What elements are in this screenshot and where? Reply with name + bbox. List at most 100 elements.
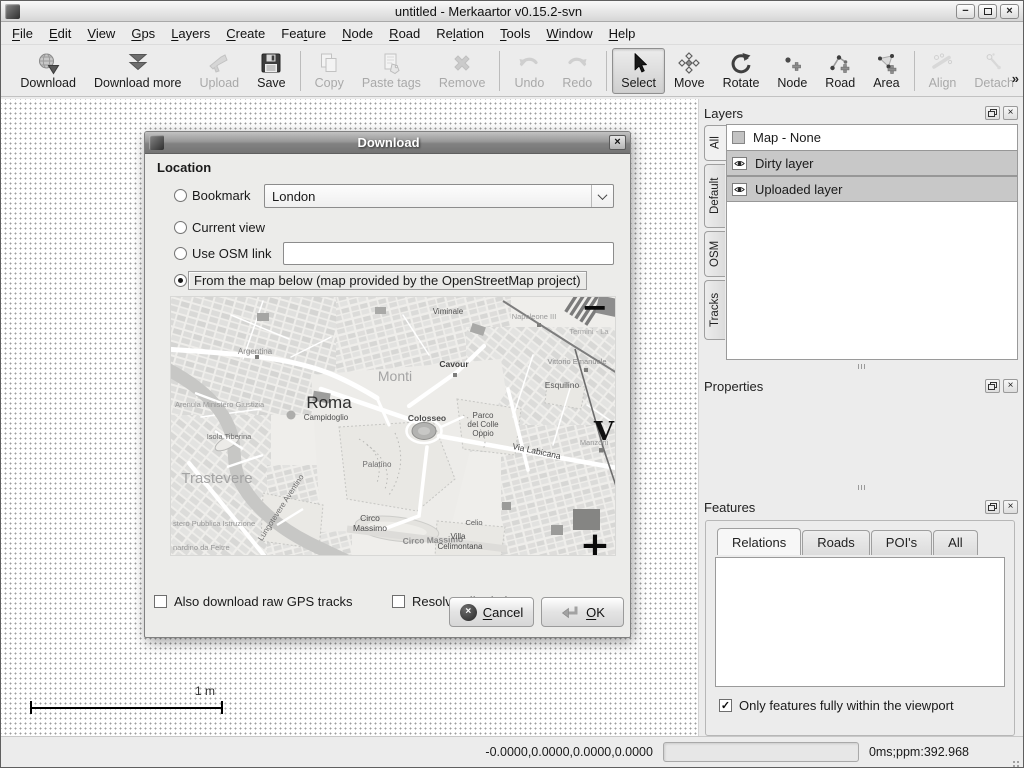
resize-grip[interactable] [1009,753,1019,763]
undo-icon [517,51,541,75]
menu-item-create[interactable]: Create [218,23,273,44]
eye-icon[interactable] [732,183,747,196]
toolbar-button-node[interactable]: Node [768,48,816,94]
splitter-handle[interactable] [702,481,1020,493]
minimize-button[interactable]: − [956,4,975,19]
menu-item-help[interactable]: Help [601,23,644,44]
road-icon [828,51,852,75]
svg-text:Esquilino: Esquilino [545,380,580,390]
close-button[interactable]: × [1000,4,1019,19]
close-icon[interactable]: × [1003,106,1018,120]
ok-button[interactable]: OK [541,597,624,627]
toolbar-button-label: Redo [562,76,592,90]
resolve-relations-checkbox[interactable] [392,595,405,608]
layer-checkbox-icon[interactable] [732,131,745,144]
menu-item-feature[interactable]: Feature [273,23,334,44]
layers-tab-osm[interactable]: OSM [704,231,725,277]
splitter-handle[interactable] [702,360,1020,372]
rotate-icon [729,51,753,75]
title-bar: untitled - Merkaartor v0.15.2-svn − × [1,1,1023,22]
menu-item-window[interactable]: Window [538,23,600,44]
svg-text:Roma: Roma [306,393,352,412]
progress-bar [663,742,859,762]
layers-tab-default[interactable]: Default [704,164,725,228]
dialog-close-button[interactable]: × [609,135,626,150]
bookmark-combobox[interactable]: London [264,184,614,208]
menu-item-relation[interactable]: Relation [428,23,492,44]
toolbar-button-label: Upload [200,76,240,90]
layers-list[interactable]: Map - None Dirty layer Uploaded layer [726,124,1018,360]
toolbar-button-rotate[interactable]: Rotate [714,48,769,94]
radio-use-osm-link[interactable] [174,247,187,260]
svg-text:Villa: Villa [451,532,467,541]
toolbar-button-road[interactable]: Road [816,48,864,94]
toolbar-button-download[interactable]: Download [11,48,85,94]
download-icon [36,51,60,75]
radio-bookmark[interactable] [174,189,187,202]
layers-tab-all[interactable]: All [704,125,726,161]
cancel-button[interactable]: × Cancel [449,597,534,627]
zoom-in-button[interactable]: + [580,537,610,555]
menu-item-edit[interactable]: Edit [41,23,79,44]
features-tab-roads[interactable]: Roads [802,530,870,555]
dialog-title: Download [168,135,609,150]
dialog-map-svg: ArgentinaViminaleNapoleone IIITermini - … [171,297,616,556]
window-title: untitled - Merkaartor v0.15.2-svn [24,4,953,19]
close-icon[interactable]: × [1003,379,1018,393]
menu-item-node[interactable]: Node [334,23,381,44]
toolbar-button-move[interactable]: Move [665,48,714,94]
layers-tab-tracks[interactable]: Tracks [704,280,725,340]
svg-text:Cavour: Cavour [439,359,469,369]
viewport-checkbox-row: ✓ Only features fully within the viewpor… [715,698,1005,713]
toolbar-button-select[interactable]: Select [612,48,665,94]
features-tab-relations[interactable]: Relations [717,528,801,555]
cancel-icon: × [460,604,477,621]
toolbar-button-label: Rotate [723,76,760,90]
menu-item-gps[interactable]: Gps [123,23,163,44]
menu-item-road[interactable]: Road [381,23,428,44]
upload-icon [207,51,231,75]
move-icon [677,51,701,75]
chevron-down-icon [591,185,613,207]
menu-item-tools[interactable]: Tools [492,23,538,44]
layer-row-map-none[interactable]: Map - None [727,125,1017,150]
osm-link-input[interactable] [283,242,614,265]
viewport-checkbox[interactable]: ✓ [719,699,732,712]
menu-item-file[interactable]: File [4,23,41,44]
eye-icon[interactable] [732,157,747,170]
float-icon[interactable] [985,106,1000,120]
dialog-map[interactable]: ArgentinaViminaleNapoleone IIITermini - … [170,296,616,556]
combobox-value: London [265,189,591,204]
menu-item-view[interactable]: View [79,23,123,44]
layers-tab-strip: All Default OSM Tracks [704,124,726,360]
toolbar-button-label: Undo [514,76,544,90]
toolbar-overflow-button[interactable]: » [1012,71,1019,86]
features-tab-poi-s[interactable]: POI's [871,530,932,555]
toolbar-button-download-more[interactable]: Download more [85,48,191,94]
paste-tags-icon [379,51,403,75]
float-icon[interactable] [985,500,1000,514]
maximize-button[interactable] [978,4,997,19]
dialog-title-bar[interactable]: Download × [145,132,630,154]
layer-label: Uploaded layer [755,182,842,197]
float-icon[interactable] [985,379,1000,393]
gps-tracks-checkbox[interactable] [154,595,167,608]
layer-label: Map - None [753,130,821,145]
toolbar-button-paste-tags: Paste tags [353,48,430,94]
radio-current-view[interactable] [174,221,187,234]
svg-text:Viminale: Viminale [433,307,464,316]
toolbar-button-save[interactable]: Save [248,48,295,94]
features-tab-all[interactable]: All [933,530,977,555]
viewport-checkbox-label: Only features fully within the viewport [739,698,954,713]
toolbar-button-area[interactable]: Area [864,48,908,94]
select-icon [627,51,651,75]
features-list[interactable] [715,557,1005,687]
menu-item-layers[interactable]: Layers [163,23,218,44]
radio-from-map[interactable] [174,274,187,287]
download-dialog: Download × Location Bookmark London Curr… [144,131,631,638]
performance-text: 0ms;ppm:392.968 [869,745,969,759]
layer-row-dirty-layer[interactable]: Dirty layer [727,150,1017,176]
zoom-out-button[interactable]: − [581,298,608,316]
close-icon[interactable]: × [1003,500,1018,514]
layer-row-uploaded-layer[interactable]: Uploaded layer [727,176,1017,202]
